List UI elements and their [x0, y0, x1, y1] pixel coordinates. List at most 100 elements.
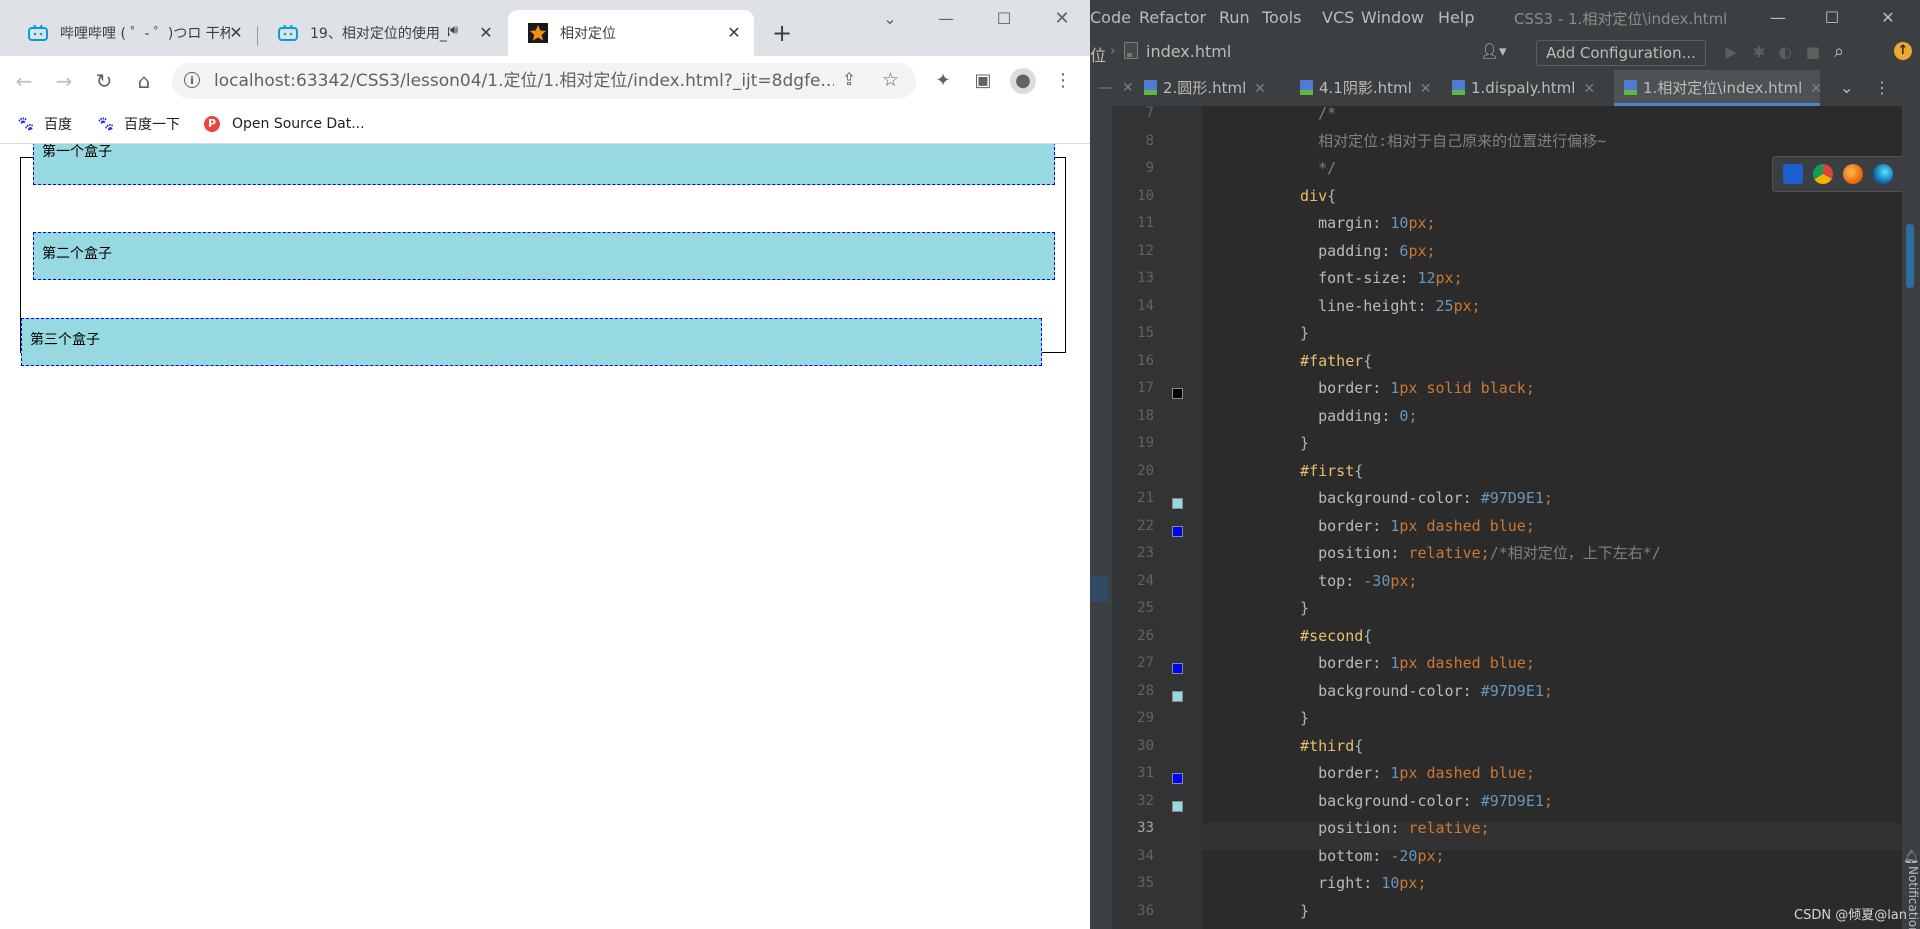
close-icon[interactable]: ✕: [476, 23, 496, 43]
tab-strip: 哔哩哔哩 ( ゜- ゜)つロ 干杯~-bilibili ✕ 19、相对定位的使用…: [0, 0, 1090, 56]
code-line: margin: 10px;: [1282, 210, 1436, 237]
close-window-icon[interactable]: ✕: [1870, 6, 1906, 30]
line-number: 18: [1137, 407, 1154, 424]
maximize-icon[interactable]: ☐: [1814, 6, 1850, 30]
color-swatch-icon[interactable]: [1172, 498, 1183, 509]
menu-window[interactable]: Window: [1361, 8, 1424, 27]
breadcrumb-file[interactable]: index.html: [1124, 42, 1231, 61]
editor-tab-display[interactable]: 1.dispaly.html ✕: [1452, 70, 1595, 106]
line-number: 26: [1137, 627, 1154, 644]
code-line: border: 1px dashed blue;: [1282, 513, 1535, 540]
close-window-icon[interactable]: ✕: [1042, 6, 1082, 32]
close-icon[interactable]: ✕: [1254, 81, 1266, 97]
color-swatch-icon[interactable]: [1172, 800, 1183, 812]
tab-close-fragment-icon[interactable]: ✕: [1122, 70, 1134, 106]
menu-refactor[interactable]: Refactor: [1139, 8, 1206, 27]
vcs-user-icon[interactable]: 👤︎▾: [1480, 42, 1507, 60]
maximize-icon[interactable]: ☐: [984, 6, 1024, 32]
line-number: 35: [1137, 875, 1154, 891]
code-token: px;: [1408, 241, 1436, 260]
color-swatch-icon[interactable]: [1172, 525, 1183, 537]
stop-icon[interactable]: ■: [1804, 43, 1822, 61]
back-arrow-icon[interactable]: ←: [12, 69, 36, 93]
code-token: div: [1282, 186, 1328, 205]
code-token: {: [1363, 351, 1373, 370]
code-token: position:: [1282, 819, 1409, 837]
code-editor[interactable]: ✔ /* 相对定位:相对于自己原来的位置进行偏移~ */ div{ margin…: [1202, 104, 1904, 929]
close-icon[interactable]: ✕: [1810, 81, 1822, 97]
line-number: 21: [1137, 490, 1154, 506]
close-icon[interactable]: ✕: [1420, 81, 1432, 97]
code-token: ;: [1408, 406, 1418, 425]
code-line: position: relative;: [1282, 815, 1490, 842]
code-token: dashed blue;: [1417, 654, 1535, 672]
code-token: px;: [1408, 214, 1436, 232]
address-bar[interactable]: i localhost:63342/CSS3/lesson04/1.定位/1.相…: [172, 63, 916, 99]
baidu-paw-icon: 🐾︎: [96, 115, 116, 133]
reload-icon[interactable]: ↻: [92, 69, 116, 93]
breadcrumb-folder[interactable]: 位: [1090, 42, 1106, 66]
line-number: 19: [1137, 435, 1154, 451]
tab-search-chevron-icon[interactable]: ⌄: [870, 6, 910, 32]
code-line: }: [1282, 705, 1309, 732]
tabs-more-kebab-icon[interactable]: ⋮: [1874, 70, 1890, 106]
tab-relative-positioning[interactable]: 相对定位 ✕: [508, 10, 754, 56]
menu-help[interactable]: Help: [1438, 8, 1474, 27]
run-icon[interactable]: ▶: [1722, 43, 1740, 61]
close-icon[interactable]: ✕: [724, 23, 744, 43]
menu-code[interactable]: Code: [1090, 8, 1131, 27]
code-token: }: [1282, 901, 1310, 920]
menu-kebab-icon[interactable]: ⋮: [1050, 68, 1076, 94]
menu-tools[interactable]: Tools: [1262, 8, 1301, 27]
browser-window: 哔哩哔哩 ( ゜- ゜)つロ 干杯~-bilibili ✕ 19、相对定位的使用…: [0, 0, 1090, 929]
color-swatch-icon[interactable]: [1172, 663, 1183, 674]
bookmark-baidu-search[interactable]: 🐾︎ 百度一下: [96, 114, 180, 134]
line-number: 25: [1137, 600, 1154, 616]
profile-avatar-icon[interactable]: ●: [1010, 68, 1036, 94]
tab-overflow-icon[interactable]: —: [1098, 70, 1112, 106]
home-icon[interactable]: ⌂: [132, 69, 156, 93]
tool-window-indicator[interactable]: [1090, 576, 1108, 602]
chrome-icon[interactable]: [1813, 164, 1833, 184]
add-configuration-button[interactable]: Add Configuration...: [1536, 40, 1706, 66]
ide-window: Code Refactor Run Tools VCS Window Help …: [1090, 0, 1920, 929]
close-icon[interactable]: ✕: [1583, 81, 1595, 97]
share-icon[interactable]: ⇪: [842, 70, 856, 90]
tab-bilibili-home[interactable]: 哔哩哔哩 ( ゜- ゜)つロ 干杯~-bilibili ✕: [8, 10, 258, 56]
bookmark-open-source-data[interactable]: P Open Source Dat...: [204, 114, 365, 134]
color-swatch-icon[interactable]: [1172, 773, 1183, 784]
scroll-marker[interactable]: [1906, 224, 1914, 288]
line-number: 29: [1137, 710, 1154, 726]
color-swatch-icon[interactable]: [1172, 690, 1183, 702]
firefox-icon[interactable]: [1843, 164, 1863, 184]
html-file-icon: [1624, 80, 1637, 95]
speaker-icon[interactable]: 🔊︎: [450, 23, 458, 38]
forward-arrow-icon[interactable]: →: [52, 69, 76, 93]
debug-bug-icon[interactable]: ✱: [1750, 43, 1768, 61]
side-panel-icon[interactable]: ▣: [970, 68, 996, 94]
minimize-icon[interactable]: —: [1760, 6, 1796, 30]
code-token: #97D9E1: [1480, 681, 1544, 700]
update-badge-icon[interactable]: ↑: [1894, 42, 1912, 60]
edge-icon[interactable]: [1873, 164, 1893, 184]
bookmark-star-icon[interactable]: ☆: [882, 69, 899, 91]
notification-bell-icon[interactable]: 🔔︎: [1903, 850, 1920, 865]
line-number: 20: [1137, 462, 1154, 479]
menu-vcs[interactable]: VCS: [1322, 8, 1354, 27]
close-icon[interactable]: ✕: [226, 23, 246, 43]
bookmark-baidu[interactable]: 🐾︎ 百度: [16, 114, 72, 134]
minimize-icon[interactable]: —: [926, 6, 966, 32]
new-tab-button[interactable]: +: [770, 21, 794, 46]
code-token: px;: [1399, 874, 1427, 892]
coverage-icon[interactable]: ◐: [1776, 43, 1794, 61]
editor-tab-relative-position[interactable]: 1.相对定位\index.html ✕: [1614, 70, 1822, 106]
tabs-dropdown-chevron-icon[interactable]: ⌄: [1840, 70, 1853, 106]
search-icon[interactable]: ⌕: [1834, 41, 1854, 62]
color-swatch-icon[interactable]: [1172, 388, 1183, 399]
editor-tab-circle[interactable]: 2.圆形.html ✕: [1144, 70, 1266, 106]
extensions-puzzle-icon[interactable]: ✦: [930, 68, 956, 94]
site-info-icon[interactable]: i: [184, 72, 200, 88]
webstorm-icon[interactable]: [1783, 164, 1803, 184]
tab-bilibili-video[interactable]: 19、相对定位的使用_哔哩哔哩 🔊︎ ✕: [258, 10, 508, 56]
menu-run[interactable]: Run: [1219, 8, 1250, 27]
